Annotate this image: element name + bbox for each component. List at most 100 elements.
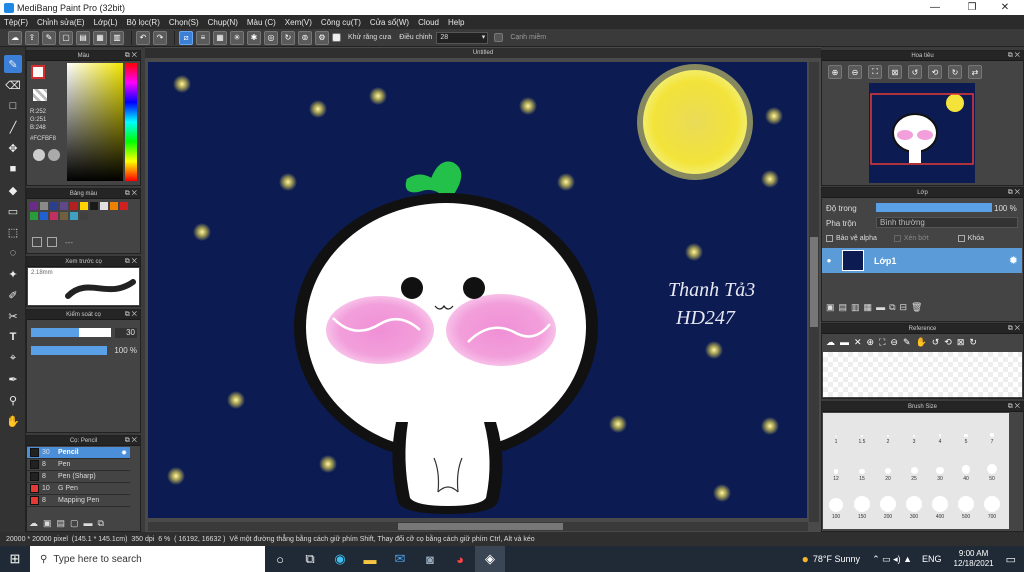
brush-list-item[interactable]: 8 Mapping Pen	[27, 495, 130, 507]
brush-size-option[interactable]: 700	[979, 492, 1005, 520]
brush-size-option[interactable]: 3	[901, 417, 927, 445]
brush-opacity-slider[interactable]	[31, 346, 107, 355]
save-icon[interactable]: ▤	[76, 30, 90, 45]
brush-size-option[interactable]: 7	[979, 417, 1005, 445]
protect-alpha-checkbox[interactable]	[826, 235, 833, 242]
new-file-icon[interactable]: ▢	[59, 30, 73, 45]
brush-size-option[interactable]: 100	[823, 492, 849, 520]
brush-size-option[interactable]: 1.5	[849, 417, 875, 445]
language-indicator[interactable]: ENG	[922, 554, 942, 564]
drawing-canvas[interactable]: Thanh Tả3 HD247	[148, 62, 807, 518]
pen-tool-icon[interactable]: ✒	[4, 370, 22, 388]
lock-checkbox[interactable]	[957, 235, 965, 242]
brush-opacity-value[interactable]: 100 %	[111, 346, 137, 355]
menu-file[interactable]: Tệp(F)	[4, 18, 28, 27]
ref-zoom-in-icon[interactable]: ⊕	[867, 337, 875, 348]
medibang-taskbar-icon[interactable]: ◈	[475, 546, 505, 572]
clock[interactable]: 9:00 AM 12/18/2021	[954, 549, 994, 569]
merge-layer-icon[interactable]: ⊟	[900, 302, 908, 313]
menu-snap[interactable]: Chụp(N)	[208, 18, 238, 27]
rotate-reset-icon[interactable]: ⟲	[928, 65, 942, 79]
eyedropper-icon[interactable]: ⚲	[4, 391, 22, 409]
brush-list-item[interactable]: 30 Pencil ✹	[27, 447, 130, 459]
menu-view[interactable]: Xem(V)	[285, 18, 312, 27]
duplicate-layer-icon[interactable]: ⧉	[889, 302, 895, 313]
settings-icon[interactable]: ⚙	[315, 30, 329, 45]
brush-options-icon[interactable]: ▤	[57, 518, 66, 529]
menu-cloud[interactable]: Cloud	[418, 18, 439, 27]
menu-layer[interactable]: Lớp(L)	[94, 18, 118, 27]
file-explorer-icon[interactable]: ▬	[355, 546, 385, 572]
camera-icon[interactable]: ◙	[415, 546, 445, 572]
rotate-left-icon[interactable]: ↺	[908, 65, 922, 79]
reference-canvas[interactable]	[823, 352, 1022, 397]
add-layer-icon[interactable]: ▣	[826, 302, 835, 313]
brush-size-option[interactable]: 4	[927, 417, 953, 445]
add-halftone-layer-icon[interactable]: ▥	[851, 302, 860, 313]
palette-swatch[interactable]	[60, 212, 68, 220]
brush-size-option[interactable]: 30	[927, 454, 953, 482]
cross-snap-icon[interactable]: ✱	[247, 30, 261, 45]
brush-size-option[interactable]: 150	[849, 492, 875, 520]
adjust-select[interactable]: 28	[436, 31, 489, 44]
select-tool-icon[interactable]: ⬚	[4, 223, 22, 241]
ref-eyedropper-icon[interactable]: ✎	[903, 337, 911, 348]
antialias-checkbox[interactable]	[332, 33, 341, 42]
redo-icon[interactable]: ↷	[153, 30, 167, 45]
brush-size-option[interactable]: 15	[849, 454, 875, 482]
brush-size-option[interactable]: 400	[927, 492, 953, 520]
palette-swatch[interactable]	[40, 212, 48, 220]
actual-size-icon[interactable]: ⊠	[888, 65, 902, 79]
brush-size-value[interactable]: 30	[115, 328, 137, 338]
brush-list-item[interactable]: 8 Pen (Sharp)	[27, 471, 130, 483]
minimize-button[interactable]: —	[920, 0, 950, 15]
brush-size-option[interactable]: 25	[901, 454, 927, 482]
palette-swatch[interactable]	[70, 202, 78, 210]
ref-fit-icon[interactable]: ⛶	[879, 337, 885, 348]
bucket-tool-icon[interactable]: ◆	[4, 181, 22, 199]
brush-list-item[interactable]: 8 Pen	[27, 459, 130, 471]
soft-edge-checkbox[interactable]	[494, 33, 504, 42]
brush-size-option[interactable]: 1	[823, 417, 849, 445]
delete-palette-icon[interactable]	[47, 237, 57, 247]
grid-snap-icon[interactable]: ▦	[213, 30, 227, 45]
ref-zoom-out-icon[interactable]: ⊖	[890, 337, 898, 348]
saturation-value-picker[interactable]	[67, 63, 123, 181]
magic-wand-icon[interactable]: ✦	[4, 265, 22, 283]
taskbar-search-input[interactable]: ⚲ Type here to search	[30, 546, 265, 572]
brush-tool-icon[interactable]: ✎	[4, 55, 22, 73]
brush-settings-icon[interactable]: ✹	[121, 449, 127, 457]
cloud-icon[interactable]: ☁	[8, 30, 22, 45]
brush-size-option[interactable]: 2	[875, 417, 901, 445]
undo-icon[interactable]: ↶	[136, 30, 150, 45]
palette-swatch[interactable]	[30, 212, 38, 220]
palette-swatch[interactable]	[110, 202, 118, 210]
snap-off-icon[interactable]: ⧄	[179, 30, 193, 45]
color-wheel-icon[interactable]	[33, 149, 45, 161]
layer-row[interactable]: ● Lớp1 ✹	[822, 248, 1022, 273]
menu-help[interactable]: Help	[448, 18, 464, 27]
copy-brush-icon[interactable]: ▢	[70, 518, 79, 529]
hue-slider[interactable]	[125, 63, 137, 181]
foreground-color-swatch[interactable]	[31, 65, 45, 79]
zoom-out-icon[interactable]: ⊖	[848, 65, 862, 79]
cortana-icon[interactable]: ○	[265, 546, 295, 572]
color-picker-icon[interactable]	[48, 149, 60, 161]
perspective-snap-icon[interactable]: ⊚	[298, 30, 312, 45]
curve-snap-icon[interactable]: ↻	[281, 30, 295, 45]
mail-icon[interactable]: ✉	[385, 546, 415, 572]
add-color-layer-icon[interactable]: ▤	[839, 302, 848, 313]
horizontal-scrollbar[interactable]	[148, 522, 808, 531]
circle-snap-icon[interactable]: ◎	[264, 30, 278, 45]
chrome-icon[interactable]: ◕	[445, 546, 475, 572]
palette-swatch[interactable]	[80, 212, 88, 220]
tray-icons[interactable]: ⌃ ▭ ◂) ▲	[872, 554, 912, 565]
gradient-tool-icon[interactable]: ▭	[4, 202, 22, 220]
divide-tool-icon[interactable]: ⌖	[4, 349, 22, 367]
ref-rotate-right-icon[interactable]: ↻	[969, 337, 977, 348]
folder-icon[interactable]: ▬	[84, 518, 93, 529]
brush-size-slider[interactable]	[31, 328, 111, 337]
select-eraser-icon[interactable]: ✂	[4, 307, 22, 325]
palette-swatch[interactable]	[50, 212, 58, 220]
fit-icon[interactable]: ⛶	[868, 65, 882, 79]
